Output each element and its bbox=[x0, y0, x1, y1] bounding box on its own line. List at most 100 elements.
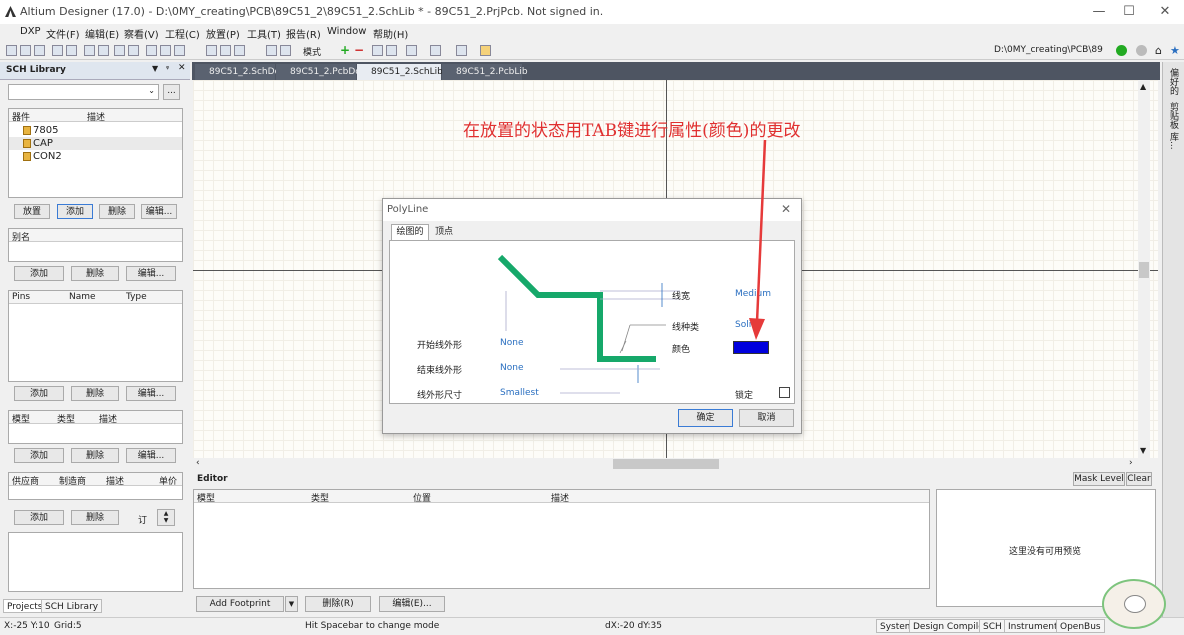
alias-list[interactable]: 别名 bbox=[8, 228, 183, 262]
hscroll-thumb[interactable] bbox=[613, 459, 719, 469]
pins-list[interactable]: Pins Name Type bbox=[8, 290, 183, 382]
menu-file[interactable]: 文件(F) bbox=[46, 26, 80, 41]
grid-icon[interactable] bbox=[456, 45, 467, 56]
remove-icon[interactable]: − bbox=[354, 43, 364, 57]
col-model-type[interactable]: 类型 bbox=[57, 412, 75, 425]
place-line-icon[interactable] bbox=[430, 45, 441, 56]
add-component-button[interactable]: 添加 bbox=[57, 204, 93, 219]
menu-project[interactable]: 工程(C) bbox=[165, 26, 200, 41]
col-model[interactable]: 模型 bbox=[197, 491, 215, 504]
tab-schlib[interactable]: 89C51_2.SchLib * bbox=[357, 64, 450, 80]
open-icon[interactable] bbox=[20, 45, 31, 56]
list-item[interactable]: 7805 bbox=[9, 124, 182, 137]
tab-sch-library[interactable]: SCH Library bbox=[41, 599, 103, 613]
status-tab-openbus[interactable]: OpenBus bbox=[1056, 619, 1105, 633]
redo-icon[interactable] bbox=[280, 45, 291, 56]
place-pin-icon[interactable] bbox=[406, 45, 417, 56]
add-supplier-button[interactable]: 添加 bbox=[14, 510, 64, 525]
home-icon[interactable]: ⌂ bbox=[1155, 44, 1162, 57]
select-icon[interactable] bbox=[206, 45, 217, 56]
edit-model-button[interactable]: 编辑(E)... bbox=[379, 596, 445, 612]
add-pin-button[interactable]: 添加 bbox=[14, 386, 64, 401]
col-supplier-desc[interactable]: 描述 bbox=[106, 474, 124, 487]
ok-button[interactable]: 确定 bbox=[678, 409, 733, 427]
delete-pin-button[interactable]: 删除 bbox=[71, 386, 119, 401]
lock-checkbox[interactable] bbox=[779, 387, 790, 398]
edit-pin-button[interactable]: 编辑... bbox=[126, 386, 176, 401]
col-model[interactable]: 模型 bbox=[12, 412, 30, 425]
add-alias-button[interactable]: 添加 bbox=[14, 266, 64, 281]
menu-place[interactable]: 放置(P) bbox=[206, 26, 240, 41]
col-manufacturer[interactable]: 制造商 bbox=[59, 474, 86, 487]
delete-alias-button[interactable]: 删除 bbox=[71, 266, 119, 281]
col-pins[interactable]: Pins bbox=[12, 292, 30, 302]
menu-report[interactable]: 报告(R) bbox=[286, 26, 321, 41]
favorites-icon[interactable]: ★ bbox=[1170, 44, 1180, 57]
col-description[interactable]: 描述 bbox=[87, 110, 105, 123]
library-browse-button[interactable]: ... bbox=[163, 84, 180, 100]
go-back-icon[interactable] bbox=[1136, 45, 1147, 56]
edit-component-button[interactable]: 编辑... bbox=[141, 204, 177, 219]
clear-button[interactable]: Clear bbox=[1126, 472, 1152, 486]
tab-projects[interactable]: Projects bbox=[3, 599, 47, 613]
scroll-right-icon[interactable]: › bbox=[1129, 458, 1133, 468]
panel-close-icon[interactable]: ✕ bbox=[178, 63, 186, 73]
tab-graphical[interactable]: 绘图的 bbox=[391, 224, 429, 240]
right-tab-library[interactable]: 库... bbox=[1166, 132, 1178, 150]
end-shape-value[interactable]: None bbox=[500, 363, 523, 373]
col-type[interactable]: Type bbox=[126, 292, 147, 302]
folder-icon[interactable] bbox=[98, 45, 109, 56]
scroll-left-icon[interactable]: ‹ bbox=[196, 458, 200, 468]
zoom-in-icon[interactable] bbox=[114, 45, 125, 56]
col-location[interactable]: 位置 bbox=[413, 491, 431, 504]
model-list[interactable]: 模型 类型 描述 bbox=[8, 410, 183, 444]
scroll-thumb[interactable] bbox=[1139, 262, 1149, 278]
nav-back-icon[interactable] bbox=[372, 45, 383, 56]
order-stepper[interactable]: ▲ ▼ bbox=[157, 509, 175, 526]
col-component[interactable]: 器件 bbox=[12, 110, 30, 123]
tab-pcblib[interactable]: 89C51_2.PcbLib bbox=[442, 64, 528, 80]
go-forward-icon[interactable] bbox=[1116, 45, 1127, 56]
path-field[interactable]: D:\0MY_creating\PCB\89 bbox=[994, 45, 1106, 55]
col-unit-price[interactable]: 单价 bbox=[159, 474, 177, 487]
delete-model-button[interactable]: 删除(R) bbox=[305, 596, 371, 612]
panel-menu-icon[interactable]: ▼ bbox=[152, 64, 158, 73]
print-icon[interactable] bbox=[52, 45, 63, 56]
add-footprint-button[interactable]: Add Footprint bbox=[196, 596, 284, 612]
tab-vertices[interactable]: 顶点 bbox=[429, 226, 459, 240]
folder-open-icon[interactable] bbox=[480, 45, 491, 56]
minimize-button[interactable]: — bbox=[1082, 0, 1116, 24]
horizontal-scrollbar[interactable]: ‹ › bbox=[193, 458, 1138, 470]
add-footprint-dropdown[interactable]: ▼ bbox=[285, 596, 298, 612]
col-name[interactable]: Name bbox=[69, 292, 96, 302]
zoom-out-icon[interactable] bbox=[128, 45, 139, 56]
maximize-button[interactable]: ☐ bbox=[1112, 0, 1146, 24]
col-alias[interactable]: 别名 bbox=[12, 230, 30, 243]
edit-alias-button[interactable]: 编辑... bbox=[126, 266, 176, 281]
tab-schdoc[interactable]: 89C51_2.SchDoc bbox=[195, 64, 285, 80]
col-supplier[interactable]: 供应商 bbox=[12, 474, 39, 487]
layers-icon[interactable] bbox=[84, 45, 95, 56]
vertical-scrollbar[interactable]: ▲ ▼ bbox=[1138, 80, 1150, 458]
menu-window[interactable]: Window bbox=[327, 26, 366, 37]
col-type[interactable]: 类型 bbox=[311, 491, 329, 504]
tab-pcbdoc[interactable]: 89C51_2.PcbDoc bbox=[276, 64, 366, 80]
list-item[interactable]: CON2 bbox=[9, 150, 182, 163]
supplier-list[interactable]: 供应商 制造商 描述 单价 bbox=[8, 472, 183, 500]
components-list[interactable]: 器件 描述 7805 CAP CON2 bbox=[8, 108, 183, 198]
menu-edit[interactable]: 编辑(E) bbox=[85, 26, 119, 41]
scroll-down-icon[interactable]: ▼ bbox=[1140, 446, 1146, 455]
delete-model-button[interactable]: 删除 bbox=[71, 448, 119, 463]
preview-icon[interactable] bbox=[66, 45, 77, 56]
add-model-button[interactable]: 添加 bbox=[14, 448, 64, 463]
edit-model-button[interactable]: 编辑... bbox=[126, 448, 176, 463]
library-search-combo[interactable]: ⌄ bbox=[8, 84, 159, 100]
col-description[interactable]: 描述 bbox=[551, 491, 569, 504]
menu-help[interactable]: 帮助(H) bbox=[373, 26, 408, 41]
add-icon[interactable]: + bbox=[340, 43, 350, 57]
models-table[interactable]: 模型 类型 位置 描述 bbox=[193, 489, 930, 589]
paste-icon[interactable] bbox=[174, 45, 185, 56]
save-icon[interactable] bbox=[34, 45, 45, 56]
new-icon[interactable] bbox=[6, 45, 17, 56]
delete-component-button[interactable]: 删除 bbox=[99, 204, 135, 219]
